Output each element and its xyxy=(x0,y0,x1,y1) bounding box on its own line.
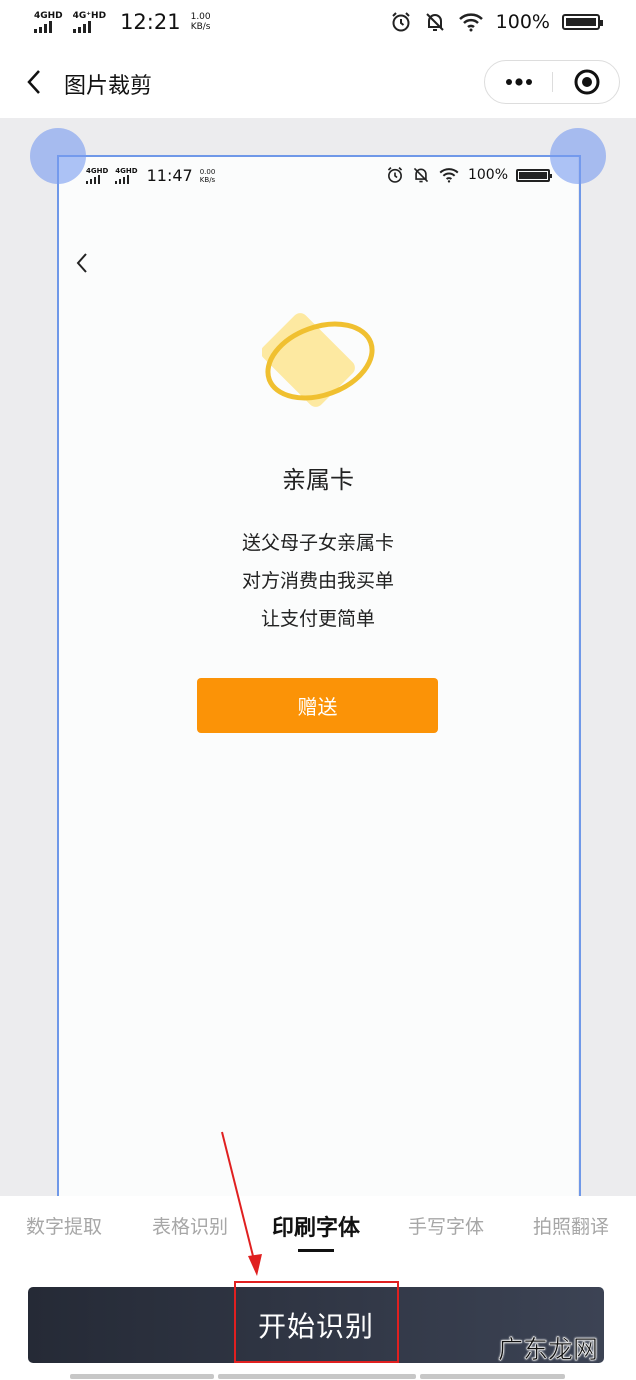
tab-printed-font[interactable]: 印刷字体 xyxy=(272,1210,360,1242)
clock: 12:21 xyxy=(120,10,181,34)
red-arrow-annotation xyxy=(221,1131,262,1276)
more-button[interactable] xyxy=(485,61,552,103)
red-box-annotation xyxy=(234,1281,399,1363)
tab-handwriting[interactable]: 手写字体 xyxy=(408,1212,484,1239)
battery-icon xyxy=(562,14,603,30)
status-right: 100% xyxy=(390,11,603,33)
watermark: 广东龙网 xyxy=(498,1335,599,1365)
back-button[interactable] xyxy=(16,64,52,100)
net-speed-unit: KB/s xyxy=(190,22,211,32)
net-speed: 1.00 KB/s xyxy=(191,12,211,32)
nav-bar: 图片裁剪 xyxy=(0,48,636,118)
status-bar: 4GHD 4G⁺HD 12:21 1.00 KB/s 100% xyxy=(0,0,636,48)
active-tab-indicator xyxy=(298,1249,334,1252)
mode-tabs: 数字提取 表格识别 印刷字体 手写字体 拍照翻译 xyxy=(0,1196,636,1266)
mute-bell-icon xyxy=(425,13,444,31)
net-speed-value: 1.00 xyxy=(190,12,211,22)
battery-percent: 100% xyxy=(495,11,550,33)
close-miniapp-button[interactable] xyxy=(553,61,620,103)
tab-photo-translate[interactable]: 拍照翻译 xyxy=(533,1212,609,1239)
tab-digit-extract[interactable]: 数字提取 xyxy=(26,1212,102,1239)
signal-2: 4G⁺HD xyxy=(72,11,107,33)
crop-frame xyxy=(57,155,581,1196)
signal-bars-icon xyxy=(72,21,91,33)
bottom-indicator xyxy=(70,1374,565,1379)
status-left: 4GHD 4G⁺HD 12:21 1.00 KB/s xyxy=(34,10,211,34)
signal-bars-icon xyxy=(34,21,52,33)
signal-label-1: 4GHD xyxy=(34,11,63,21)
menu-capsule xyxy=(484,60,620,104)
crop-handle-top-left[interactable] xyxy=(30,128,86,184)
target-close-icon xyxy=(574,69,599,95)
crop-area[interactable]: 4GHD 4GHD 11:47 0.00 KB/s 100% 亲属卡 送父母子女… xyxy=(0,118,636,1196)
signal-label-2: 4G⁺HD xyxy=(72,11,107,21)
page-title: 图片裁剪 xyxy=(64,74,153,99)
alarm-icon xyxy=(391,12,410,32)
crop-handle-top-right[interactable] xyxy=(550,128,606,184)
wifi-icon xyxy=(458,13,483,32)
signal-1: 4GHD xyxy=(34,11,63,33)
more-dots-icon xyxy=(505,78,532,86)
chevron-left-icon xyxy=(27,70,40,94)
